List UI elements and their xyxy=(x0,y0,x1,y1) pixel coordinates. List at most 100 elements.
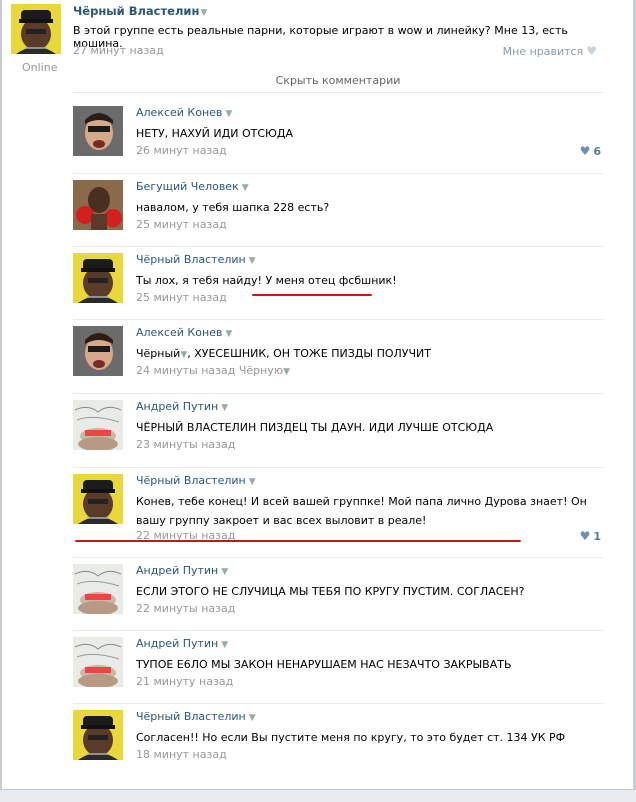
comment-time-link[interactable]: 26 минут назад xyxy=(136,144,227,157)
comment-time-link[interactable]: 23 минуты назад xyxy=(136,438,235,451)
avatar[interactable] xyxy=(73,180,123,230)
comment-text: ЕСЛИ ЭТОГО НЕ СЛУЧИЦА МЫ ТЕБЯ ПО КРУГУ П… xyxy=(136,585,525,598)
comment: Андрей Путин ▼ ЧЁРНЫЙ ВЛАСТЕЛИН ПИЗДЕЦ ТЫ … xyxy=(73,400,603,468)
heart-icon: ♥ xyxy=(586,44,597,58)
chevron-down-icon[interactable]: ▼ xyxy=(225,329,232,339)
comment-text: Согласен!! Но если Вы пустите меня по кр… xyxy=(136,731,566,744)
chevron-down-icon[interactable]: ▼ xyxy=(200,8,207,18)
comment-time-link[interactable]: 25 минут назад xyxy=(136,291,227,304)
comment-time-link[interactable]: 22 минуты назад xyxy=(136,602,235,615)
avatar[interactable] xyxy=(73,637,123,687)
chevron-down-icon[interactable]: ▼ xyxy=(221,403,228,413)
red-underline-annotation xyxy=(75,540,521,542)
comment-text: Конев, тебе конец! И всей вашей группке!… xyxy=(136,495,587,527)
comment-author[interactable]: Бегущий Человек ▼ xyxy=(136,180,249,193)
like-button[interactable]: ♥ 1 xyxy=(580,529,601,543)
like-button[interactable]: ♥ 6 xyxy=(580,144,601,158)
reply-to-name[interactable]: Чёрную xyxy=(239,364,283,377)
divider xyxy=(73,630,603,631)
konev-avatar-image xyxy=(73,326,123,376)
comment-time: 25 минут назад xyxy=(136,291,227,304)
comment-text: Ты лох, я тебя найду! У меня отец фсбшни… xyxy=(136,274,397,287)
vlastelin-avatar-image xyxy=(73,710,123,760)
comment-time-link[interactable]: 25 минут назад xyxy=(136,218,227,231)
mention-name[interactable]: Чёрный xyxy=(136,347,180,360)
avatar[interactable] xyxy=(11,4,61,54)
comment-author-name[interactable]: Чёрный Властелин xyxy=(136,253,246,266)
comment-author[interactable]: Андрей Путин ▼ xyxy=(136,564,228,577)
vlastelin-avatar-image xyxy=(73,474,123,524)
chevron-down-icon[interactable]: ▼ xyxy=(249,477,256,487)
avatar[interactable] xyxy=(73,400,123,450)
avatar[interactable] xyxy=(73,253,123,303)
comment-time-link[interactable]: 18 минут назад xyxy=(136,748,227,761)
comment: Алексей Конев ▼ НЕТУ, НАХУЙ ИДИ ОТСЮДА 26 м… xyxy=(73,106,603,174)
comment-time: 22 минуты назад xyxy=(136,602,235,615)
comment-text: ТУПОЕ Е6ЛО МЫ ЗАКОН НЕНАРУШАЕМ НАС НЕЗАЧ… xyxy=(136,658,512,671)
heart-icon: ♥ xyxy=(579,529,591,543)
online-status: Online xyxy=(22,61,58,74)
chevron-down-icon[interactable]: ▼ xyxy=(225,109,232,119)
divider xyxy=(73,393,603,394)
chevron-down-icon[interactable]: ▼ xyxy=(221,567,228,577)
avatar[interactable] xyxy=(73,326,123,376)
divider xyxy=(73,92,603,93)
comment-time: 24 минуты назад Чёрную▼ xyxy=(136,364,290,377)
avatar[interactable] xyxy=(73,710,123,760)
vlastelin-avatar-image xyxy=(11,4,61,54)
red-underline-annotation xyxy=(252,294,372,296)
post-author-name[interactable]: Чёрный Властелин xyxy=(73,4,199,18)
comment: Андрей Путин ▼ ЕСЛИ ЭТОГО НЕ СЛУЧИЦА МЫ ТЕ… xyxy=(73,564,603,632)
comment-time: 18 минут назад xyxy=(136,748,227,761)
chevron-down-icon[interactable]: ▼ xyxy=(249,256,256,266)
comment-author-name[interactable]: Андрей Путин xyxy=(136,564,218,577)
comment-time-link[interactable]: 21 минуту назад xyxy=(136,675,233,688)
comment-author[interactable]: Чёрный Властелин ▼ xyxy=(136,253,256,266)
post-author[interactable]: Чёрный Властелин▼ xyxy=(73,4,207,18)
avatar[interactable] xyxy=(73,106,123,156)
comment-time: 23 минуты назад xyxy=(136,438,235,451)
konev-avatar-image xyxy=(73,106,123,156)
divider xyxy=(73,703,603,704)
hide-comments-link[interactable]: Скрыть комментарии xyxy=(73,74,603,87)
comment-author[interactable]: Андрей Путин ▼ xyxy=(136,637,228,650)
chevron-down-icon[interactable]: ▼ xyxy=(249,713,256,723)
comment-author[interactable]: Чёрный Властелин ▼ xyxy=(136,710,256,723)
like-count: 6 xyxy=(593,145,601,158)
divider xyxy=(73,246,603,247)
comment-author[interactable]: Алексей Конев ▼ xyxy=(136,106,232,119)
like-button[interactable]: Мне нравится ♥ xyxy=(503,44,597,58)
comment: Андрей Путин ▼ ТУПОЕ Е6ЛО МЫ ЗАКОН НЕНАРУШ… xyxy=(73,637,603,705)
comment-time: 25 минут назад xyxy=(136,218,227,231)
comment-author-name[interactable]: Андрей Путин xyxy=(136,637,218,650)
comment-author-name[interactable]: Андрей Путин xyxy=(136,400,218,413)
comment-author-name[interactable]: Алексей Конев xyxy=(136,106,222,119)
like-count: 1 xyxy=(593,530,601,543)
comment: Чёрный Властелин ▼ Ты лох, я тебя найду! У… xyxy=(73,253,603,321)
comment: Чёрный Властелин ▼ Конев, тебе конец! И вс… xyxy=(73,474,603,558)
comment-text: НЕТУ, НАХУЙ ИДИ ОТСЮДА xyxy=(136,127,293,140)
comment-time: 21 минуту назад xyxy=(136,675,233,688)
comment-author-name[interactable]: Чёрный Властелин xyxy=(136,474,246,487)
reply-to-link[interactable]: Чёрную▼ xyxy=(239,364,290,377)
divider xyxy=(73,319,603,320)
chevron-down-icon[interactable]: ▼ xyxy=(242,183,249,193)
comment: Бегущий Человек ▼ навалом, у тебя шапка 22… xyxy=(73,180,603,248)
post-time[interactable]: 27 минут назад xyxy=(73,44,164,57)
chevron-down-icon[interactable]: ▼ xyxy=(221,640,228,650)
divider xyxy=(73,173,603,174)
avatar[interactable] xyxy=(73,474,123,524)
vlastelin-avatar-image xyxy=(73,253,123,303)
comment-author-name[interactable]: Чёрный Властелин xyxy=(136,710,246,723)
comment-author-name[interactable]: Бегущий Человек xyxy=(136,180,239,193)
page-border-left xyxy=(0,0,2,802)
comment-author[interactable]: Андрей Путин ▼ xyxy=(136,400,228,413)
comment: Чёрный Властелин ▼ Согласен!! Но если Вы п… xyxy=(73,710,603,778)
comment-author[interactable]: Чёрный Властелин ▼ xyxy=(136,474,256,487)
comment-time-link[interactable]: 24 минуты назад xyxy=(136,364,235,377)
chevron-down-icon[interactable]: ▼ xyxy=(283,367,290,377)
mention-link[interactable]: Чёрный▼ xyxy=(136,347,187,360)
comment-author-name[interactable]: Алексей Конев xyxy=(136,326,222,339)
avatar[interactable] xyxy=(73,564,123,614)
comment-author[interactable]: Алексей Конев ▼ xyxy=(136,326,232,339)
